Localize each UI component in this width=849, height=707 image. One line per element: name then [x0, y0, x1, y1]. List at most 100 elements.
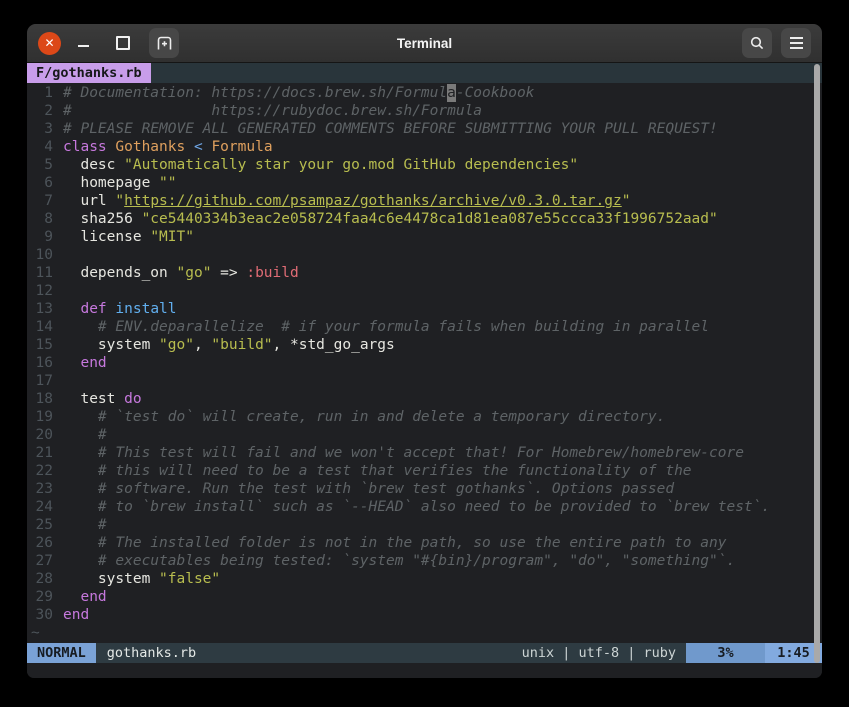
- new-tab-icon: [156, 35, 173, 52]
- code-line[interactable]: 30end: [27, 606, 822, 624]
- code-line[interactable]: 11 depends_on "go" => :build: [27, 264, 822, 282]
- code-token: "go": [159, 336, 194, 354]
- code-token: def: [80, 300, 106, 318]
- code-line[interactable]: 25 #: [27, 516, 822, 534]
- terminal-window: ✕ Terminal: [27, 24, 822, 678]
- code-line[interactable]: 9 license "MIT": [27, 228, 822, 246]
- code-line[interactable]: 15 system "go", "build", *std_go_args: [27, 336, 822, 354]
- code-token: ~: [31, 624, 40, 642]
- close-button[interactable]: ✕: [38, 32, 61, 55]
- code-token: ": [115, 192, 124, 210]
- code-token: "Automatically star your go.mod GitHub d…: [124, 156, 578, 174]
- minimize-button[interactable]: [78, 45, 89, 47]
- code-token: class: [63, 138, 107, 156]
- code-line[interactable]: 12: [27, 282, 822, 300]
- code-token: # software. Run the test with `brew test…: [63, 480, 674, 498]
- maximize-button[interactable]: [116, 36, 130, 50]
- code-line[interactable]: 7 url "https://github.com/psampaz/gothan…: [27, 192, 822, 210]
- code-token: # This test will fail and we won't accep…: [63, 444, 744, 462]
- command-line[interactable]: [27, 663, 822, 678]
- line-number: 4: [31, 138, 53, 156]
- code-token: "ce5440334b3eac2e058724faa4c6e4478ca1d81…: [142, 210, 718, 228]
- line-number: 22: [31, 462, 53, 480]
- code-token: end: [80, 354, 106, 372]
- code-token: [63, 300, 80, 318]
- code-line[interactable]: 8 sha256 "ce5440334b3eac2e058724faa4c6e4…: [27, 210, 822, 228]
- statusline-fileinfo: unix | utf-8 | ruby: [512, 643, 686, 663]
- code-token: depends_on: [63, 264, 177, 282]
- code-line[interactable]: 21 # This test will fail and we won't ac…: [27, 444, 822, 462]
- line-number: 13: [31, 300, 53, 318]
- line-number: 25: [31, 516, 53, 534]
- code-line[interactable]: 27 # executables being tested: `system "…: [27, 552, 822, 570]
- menu-icon: [790, 37, 803, 49]
- code-line[interactable]: 17: [27, 372, 822, 390]
- code-line[interactable]: 10: [27, 246, 822, 264]
- code-line[interactable]: 28 system "false": [27, 570, 822, 588]
- code-token: <: [194, 138, 203, 156]
- line-number: 7: [31, 192, 53, 210]
- code-token: # The installed folder is not in the pat…: [63, 534, 726, 552]
- code-token: test: [63, 390, 124, 408]
- line-number: 18: [31, 390, 53, 408]
- code-token: "MIT": [150, 228, 194, 246]
- code-line[interactable]: 3 # PLEASE REMOVE ALL GENERATED COMMENTS …: [27, 120, 822, 138]
- line-number: 2: [31, 102, 53, 120]
- code-line[interactable]: 6 homepage "": [27, 174, 822, 192]
- code-token: Formula: [211, 138, 272, 156]
- code-line[interactable]: 13 def install: [27, 300, 822, 318]
- statusline: NORMAL gothanks.rb unix | utf-8 | ruby 3…: [27, 643, 822, 663]
- code-line[interactable]: 16 end: [27, 354, 822, 372]
- code-token: end: [80, 588, 106, 606]
- code-token: Gothanks: [115, 138, 185, 156]
- mode-indicator: NORMAL: [27, 643, 96, 663]
- cursor: a: [447, 84, 456, 102]
- tab-gothanks[interactable]: F/gothanks.rb: [27, 63, 151, 83]
- code-token: system: [63, 570, 159, 588]
- code-token: https://github.com/psampaz/gothanks/arch…: [124, 192, 622, 210]
- line-number: 1: [31, 84, 53, 102]
- code-line[interactable]: 18 test do: [27, 390, 822, 408]
- code-token: [107, 138, 116, 156]
- line-number: 19: [31, 408, 53, 426]
- code-token: -Cookbook: [456, 84, 535, 102]
- code-token: , *std_go_args: [273, 336, 395, 354]
- scrollbar[interactable]: [814, 64, 820, 663]
- code-line[interactable]: 2# https://rubydoc.brew.sh/Formula: [27, 102, 822, 120]
- code-token: # ENV.deparallelize # if your formula fa…: [63, 318, 709, 336]
- code-line[interactable]: 23 # software. Run the test with `brew t…: [27, 480, 822, 498]
- line-number: 10: [31, 246, 53, 264]
- code-line[interactable]: 14 # ENV.deparallelize # if your formula…: [27, 318, 822, 336]
- line-number: 21: [31, 444, 53, 462]
- code-token: # PLEASE REMOVE ALL GENERATED COMMENTS B…: [63, 120, 718, 138]
- line-number: 12: [31, 282, 53, 300]
- line-number: 30: [31, 606, 53, 624]
- code-line[interactable]: 29 end: [27, 588, 822, 606]
- code-token: # this will need to be a test that verif…: [63, 462, 692, 480]
- line-number: 27: [31, 552, 53, 570]
- code-line[interactable]: 5 desc "Automatically star your go.mod G…: [27, 156, 822, 174]
- code-token: "": [159, 174, 176, 192]
- code-line[interactable]: 20 #: [27, 426, 822, 444]
- code-line[interactable]: 4 class Gothanks < Formula: [27, 138, 822, 156]
- search-icon: [749, 35, 765, 51]
- line-number: 3: [31, 120, 53, 138]
- code-line[interactable]: ~: [27, 624, 822, 642]
- code-line[interactable]: 19 # `test do` will create, run in and d…: [27, 408, 822, 426]
- menu-button[interactable]: [781, 28, 811, 58]
- code-line[interactable]: 22 # this will need to be a test that ve…: [27, 462, 822, 480]
- code-line[interactable]: 24 # to `brew install` such as `--HEAD` …: [27, 498, 822, 516]
- code-line[interactable]: 1# Documentation: https://docs.brew.sh/F…: [27, 84, 822, 102]
- scroll-percent: 3%: [686, 643, 765, 663]
- code-token: =>: [211, 264, 246, 282]
- search-button[interactable]: [742, 28, 772, 58]
- code-token: [63, 588, 80, 606]
- editor-buffer[interactable]: 1# Documentation: https://docs.brew.sh/F…: [27, 83, 822, 643]
- code-line[interactable]: 26 # The installed folder is not in the …: [27, 534, 822, 552]
- line-number: 29: [31, 588, 53, 606]
- code-token: [203, 138, 212, 156]
- new-tab-button[interactable]: [149, 28, 179, 58]
- code-token: [107, 300, 116, 318]
- line-number: 9: [31, 228, 53, 246]
- line-number: 15: [31, 336, 53, 354]
